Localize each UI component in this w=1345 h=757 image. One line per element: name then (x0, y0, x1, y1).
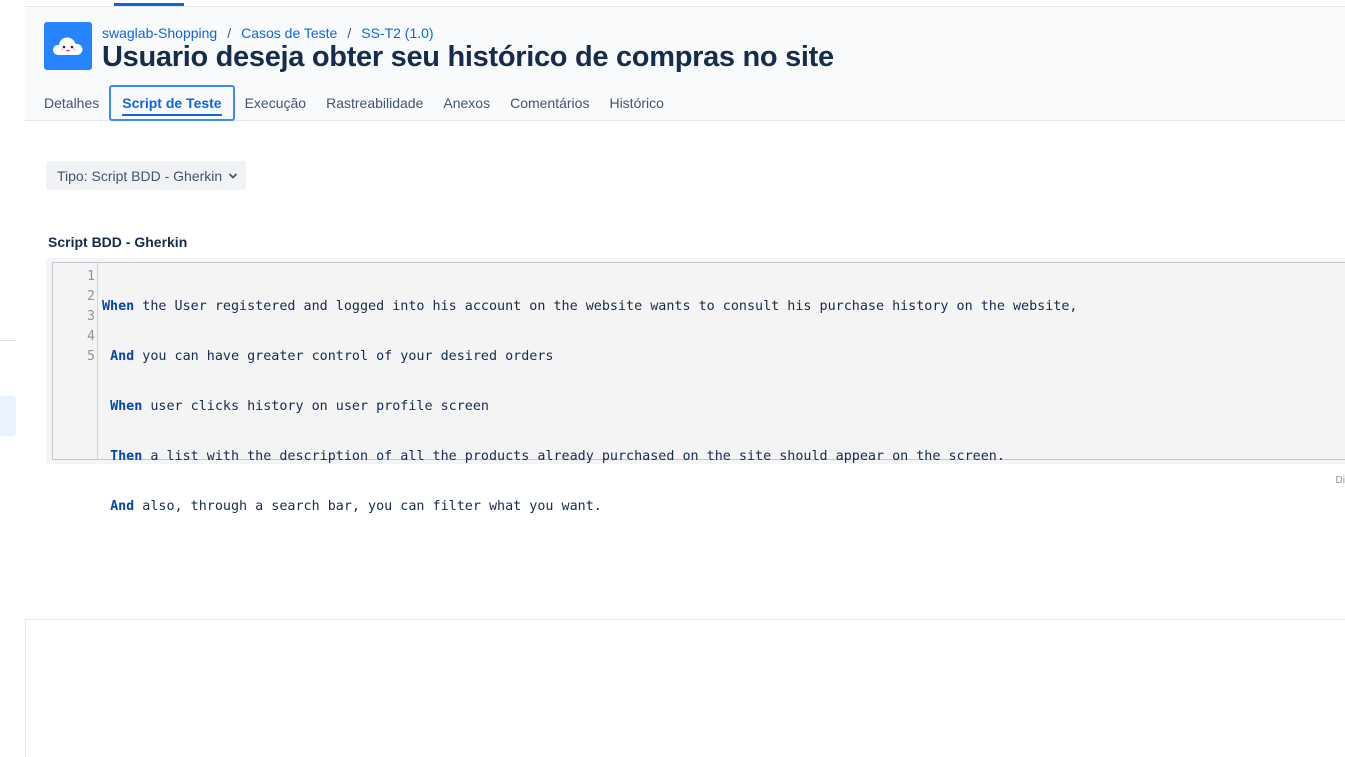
editor-helper-text: Di (1335, 475, 1345, 486)
gherkin-keyword: And (110, 499, 135, 514)
code-editor-area[interactable]: 1 2 3 4 5 When the User registered and l… (52, 262, 1345, 514)
tab-bar: Detalhes Script de Teste Execução Rastre… (44, 85, 674, 121)
main-content: Tipo: Script BDD - Gherkin Script BDD - … (25, 121, 1345, 620)
script-type-select[interactable]: Tipo: Script BDD - Gherkin (46, 161, 246, 190)
line-number: 3 (87, 309, 95, 324)
cloud-mascot-icon (53, 37, 83, 55)
chevron-down-icon (228, 171, 238, 181)
breadcrumb-separator: / (347, 25, 352, 41)
code-line: When the User registered and logged into… (102, 297, 1345, 317)
tab-historico[interactable]: Histórico (599, 85, 673, 121)
gherkin-keyword: When (102, 299, 135, 314)
sidebar-divider (0, 340, 16, 341)
line-number: 1 (87, 269, 95, 284)
line-number-gutter: 1 2 3 4 5 (53, 263, 98, 459)
script-editor[interactable]: 1 2 3 4 5 When the User registered and l… (46, 258, 1345, 514)
script-section-label: Script BDD - Gherkin (48, 234, 188, 250)
code-line: When user clicks history on user profile… (102, 397, 1345, 417)
code-line: Then a list with the description of all … (102, 447, 1345, 467)
breadcrumb-item-link[interactable]: SS-T2 (1.0) (361, 25, 433, 41)
code-line: And you can have greater control of your… (102, 347, 1345, 367)
tab-anexos[interactable]: Anexos (433, 85, 500, 121)
tab-rastreabilidade[interactable]: Rastreabilidade (316, 85, 433, 121)
code-line: And also, through a search bar, you can … (102, 497, 1345, 517)
code-text: the User registered and logged into his … (134, 299, 1078, 314)
code-text: also, through a search bar, you can filt… (134, 499, 602, 514)
breadcrumb: swaglab-Shopping / Casos de Teste / SS-T… (102, 24, 434, 42)
sidebar-selected-item[interactable] (0, 396, 16, 436)
breadcrumb-section-link[interactable]: Casos de Teste (241, 25, 337, 41)
code-text: you can have greater control of your des… (134, 349, 554, 364)
breadcrumb-project-link[interactable]: swaglab-Shopping (102, 25, 217, 41)
tab-script-de-teste[interactable]: Script de Teste (109, 85, 235, 121)
project-avatar[interactable] (44, 22, 92, 70)
tab-execucao[interactable]: Execução (235, 85, 316, 121)
breadcrumb-separator: / (227, 25, 232, 41)
gherkin-keyword: And (110, 349, 135, 364)
page-title: Usuario deseja obter seu histórico de co… (102, 41, 834, 73)
tab-comentarios[interactable]: Comentários (500, 85, 599, 121)
gherkin-keyword: Then (110, 449, 143, 464)
left-sidebar-rail (0, 0, 26, 757)
line-number: 2 (87, 289, 95, 304)
page-header: swaglab-Shopping / Casos de Teste / SS-T… (25, 7, 1345, 121)
app-page: swaglab-Shopping / Casos de Teste / SS-T… (0, 0, 1345, 757)
top-navigation-strip (25, 0, 1345, 7)
line-number: 5 (87, 349, 95, 364)
code-text: a list with the description of all the p… (142, 449, 1005, 464)
script-type-label: Tipo: Script BDD - Gherkin (57, 167, 223, 184)
top-nav-active-indicator (114, 3, 184, 6)
gherkin-keyword: When (110, 399, 143, 414)
line-number: 4 (87, 329, 95, 344)
code-content[interactable]: When the User registered and logged into… (98, 263, 1345, 514)
tab-detalhes[interactable]: Detalhes (44, 85, 109, 121)
code-text: user clicks history on user profile scre… (142, 399, 489, 414)
